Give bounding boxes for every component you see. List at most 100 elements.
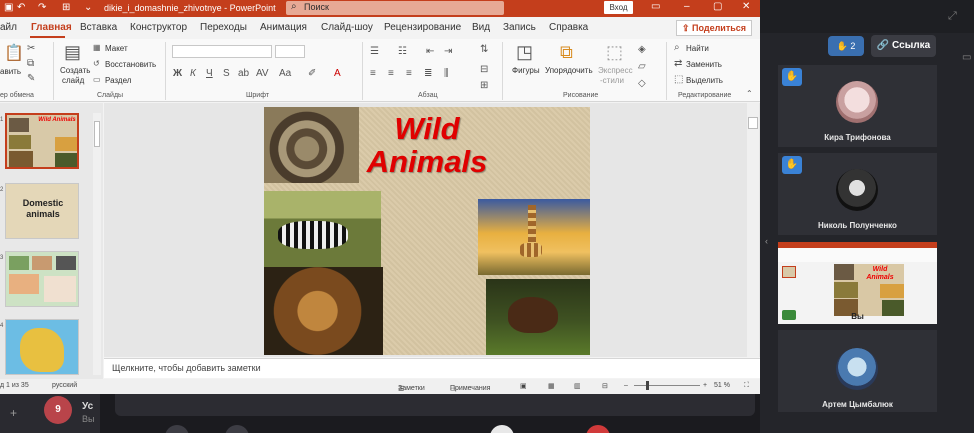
- reading-view-icon[interactable]: ▥: [574, 382, 581, 390]
- snake-image[interactable]: [264, 107, 359, 183]
- new-slide-label-1[interactable]: Создать: [60, 66, 90, 75]
- collapse-ribbon-icon[interactable]: ⌃: [746, 89, 753, 98]
- section-button[interactable]: Раздел: [105, 76, 131, 85]
- bullets-icon[interactable]: ☰: [370, 46, 379, 57]
- current-slide[interactable]: Wild Animals: [264, 107, 590, 355]
- copy-link-button[interactable]: 🔗 Ссылка: [871, 35, 936, 57]
- underline-icon[interactable]: Ч: [206, 68, 213, 79]
- expand-icon[interactable]: ⤢: [948, 10, 957, 23]
- quick-styles-label-1[interactable]: Экспресс: [598, 66, 633, 75]
- strikethrough-icon[interactable]: ab: [238, 68, 249, 79]
- italic-icon[interactable]: К: [190, 68, 196, 79]
- normal-view-icon[interactable]: ▣: [520, 382, 527, 390]
- tab-help[interactable]: Справка: [549, 22, 588, 33]
- arrange-icon[interactable]: ⧉: [560, 42, 573, 63]
- quick-styles-icon[interactable]: ⬚: [606, 42, 623, 63]
- quick-styles-label-2[interactable]: -стили: [600, 76, 624, 85]
- layout-button[interactable]: Макет: [105, 44, 128, 53]
- tab-insert[interactable]: Вставка: [80, 22, 117, 33]
- bold-icon[interactable]: Ж: [173, 68, 182, 79]
- slide-thumbnail-3[interactable]: [5, 251, 79, 307]
- undo-icon[interactable]: ↶: [17, 2, 25, 13]
- smartart-icon[interactable]: ⊞: [480, 80, 488, 91]
- plus-icon[interactable]: +: [10, 406, 17, 420]
- shape-outline-icon[interactable]: ▱: [638, 61, 646, 72]
- align-right-icon[interactable]: ≡: [406, 68, 412, 79]
- find-button[interactable]: Найти: [686, 44, 709, 53]
- zoom-out-icon[interactable]: –: [624, 382, 628, 389]
- shapes-button[interactable]: Фигуры: [512, 66, 540, 75]
- share-button[interactable]: ⇪ Поделиться: [676, 20, 752, 36]
- close-icon[interactable]: ✕: [742, 1, 750, 12]
- tab-file[interactable]: айл: [0, 22, 17, 33]
- zoom-slider[interactable]: [634, 385, 700, 386]
- bear-image[interactable]: [486, 279, 590, 355]
- char-spacing-icon[interactable]: AV: [256, 68, 269, 79]
- tab-design[interactable]: Конструктор: [130, 22, 187, 33]
- align-center-icon[interactable]: ≡: [388, 68, 394, 79]
- lion-image[interactable]: [264, 267, 383, 355]
- text-direction-icon[interactable]: ⇅: [480, 44, 488, 55]
- participant-tile[interactable]: Артем Цымбалюк: [778, 330, 937, 412]
- slide-scrollbar[interactable]: [747, 103, 759, 357]
- maximize-icon[interactable]: ▢: [713, 1, 722, 12]
- minimize-icon[interactable]: –: [684, 1, 690, 12]
- numbering-icon[interactable]: ☷: [398, 46, 407, 57]
- slide-title[interactable]: Wild Animals: [362, 112, 492, 178]
- shape-effects-icon[interactable]: ◇: [638, 78, 646, 89]
- search-box[interactable]: ⌕ Поиск: [286, 1, 504, 15]
- notes-pane[interactable]: Щелкните, чтобы добавить заметки: [104, 358, 760, 378]
- participant-tile[interactable]: ✋ Николь Полунченко: [778, 153, 937, 235]
- language-status[interactable]: русский: [52, 382, 77, 389]
- present-icon[interactable]: ⊞: [62, 2, 70, 13]
- zoom-level[interactable]: 51 %: [714, 382, 730, 389]
- new-slide-label-2[interactable]: слайд: [62, 76, 84, 85]
- tab-record[interactable]: Запись: [503, 22, 536, 33]
- tab-home[interactable]: Главная: [31, 22, 72, 33]
- justify-icon[interactable]: ≣: [424, 68, 432, 79]
- slideshow-view-icon[interactable]: ⊟: [602, 382, 608, 390]
- slide-thumbnail-1[interactable]: Wild Animals: [5, 113, 79, 169]
- change-case-icon[interactable]: Aa: [279, 68, 291, 79]
- font-color-icon[interactable]: A: [334, 68, 341, 79]
- tab-slideshow[interactable]: Слайд-шоу: [321, 22, 373, 33]
- zoom-in-icon[interactable]: +: [703, 382, 707, 389]
- fit-to-window-icon[interactable]: ⛶: [744, 382, 749, 390]
- paste-icon[interactable]: 📋: [4, 43, 24, 63]
- scrollbar-thumb[interactable]: [94, 121, 100, 147]
- arrange-button[interactable]: Упорядочить: [545, 66, 593, 75]
- font-size-select[interactable]: [275, 45, 305, 58]
- ribbon-options-icon[interactable]: ▭: [651, 1, 660, 12]
- decrease-indent-icon[interactable]: ⇤: [426, 46, 434, 57]
- slide-thumbnail-4[interactable]: [5, 319, 79, 375]
- shape-fill-icon[interactable]: ◈: [638, 44, 646, 55]
- participant-tile[interactable]: ✋ Кира Трифонова: [778, 65, 937, 147]
- tab-transitions[interactable]: Переходы: [200, 22, 247, 33]
- zebra-image[interactable]: [264, 191, 381, 269]
- new-slide-icon[interactable]: ▤: [64, 42, 81, 63]
- highlight-icon[interactable]: ✐: [308, 68, 316, 79]
- shadow-icon[interactable]: S: [223, 68, 230, 79]
- cut-icon[interactable]: ✂: [27, 43, 35, 54]
- tab-view[interactable]: Вид: [472, 22, 490, 33]
- scrollbar-thumb[interactable]: [748, 117, 758, 129]
- increase-indent-icon[interactable]: ⇥: [444, 46, 452, 57]
- slide-thumbnail-2[interactable]: Domestic animals: [5, 183, 79, 239]
- slide-sorter-icon[interactable]: ▦: [548, 382, 555, 390]
- reset-button[interactable]: Восстановить: [105, 60, 156, 69]
- raised-hands-button[interactable]: ✋ 2: [828, 36, 864, 56]
- zoom-slider-thumb[interactable]: [646, 381, 649, 390]
- align-text-icon[interactable]: ⊟: [480, 64, 488, 75]
- shapes-icon[interactable]: ◳: [516, 42, 533, 63]
- signin-button[interactable]: Вход: [604, 1, 633, 14]
- customize-qat-icon[interactable]: ⌄: [84, 2, 92, 13]
- save-icon[interactable]: ▣: [4, 2, 13, 13]
- font-name-select[interactable]: [172, 45, 272, 58]
- replace-button[interactable]: Заменить: [686, 60, 722, 69]
- paste-label[interactable]: авить: [0, 67, 21, 76]
- select-button[interactable]: Выделить: [686, 76, 723, 85]
- format-painter-icon[interactable]: ✎: [27, 73, 35, 84]
- tab-animations[interactable]: Анимация: [260, 22, 307, 33]
- align-left-icon[interactable]: ≡: [370, 68, 376, 79]
- screen-share-preview[interactable]: Wild Animals Вы: [778, 242, 937, 324]
